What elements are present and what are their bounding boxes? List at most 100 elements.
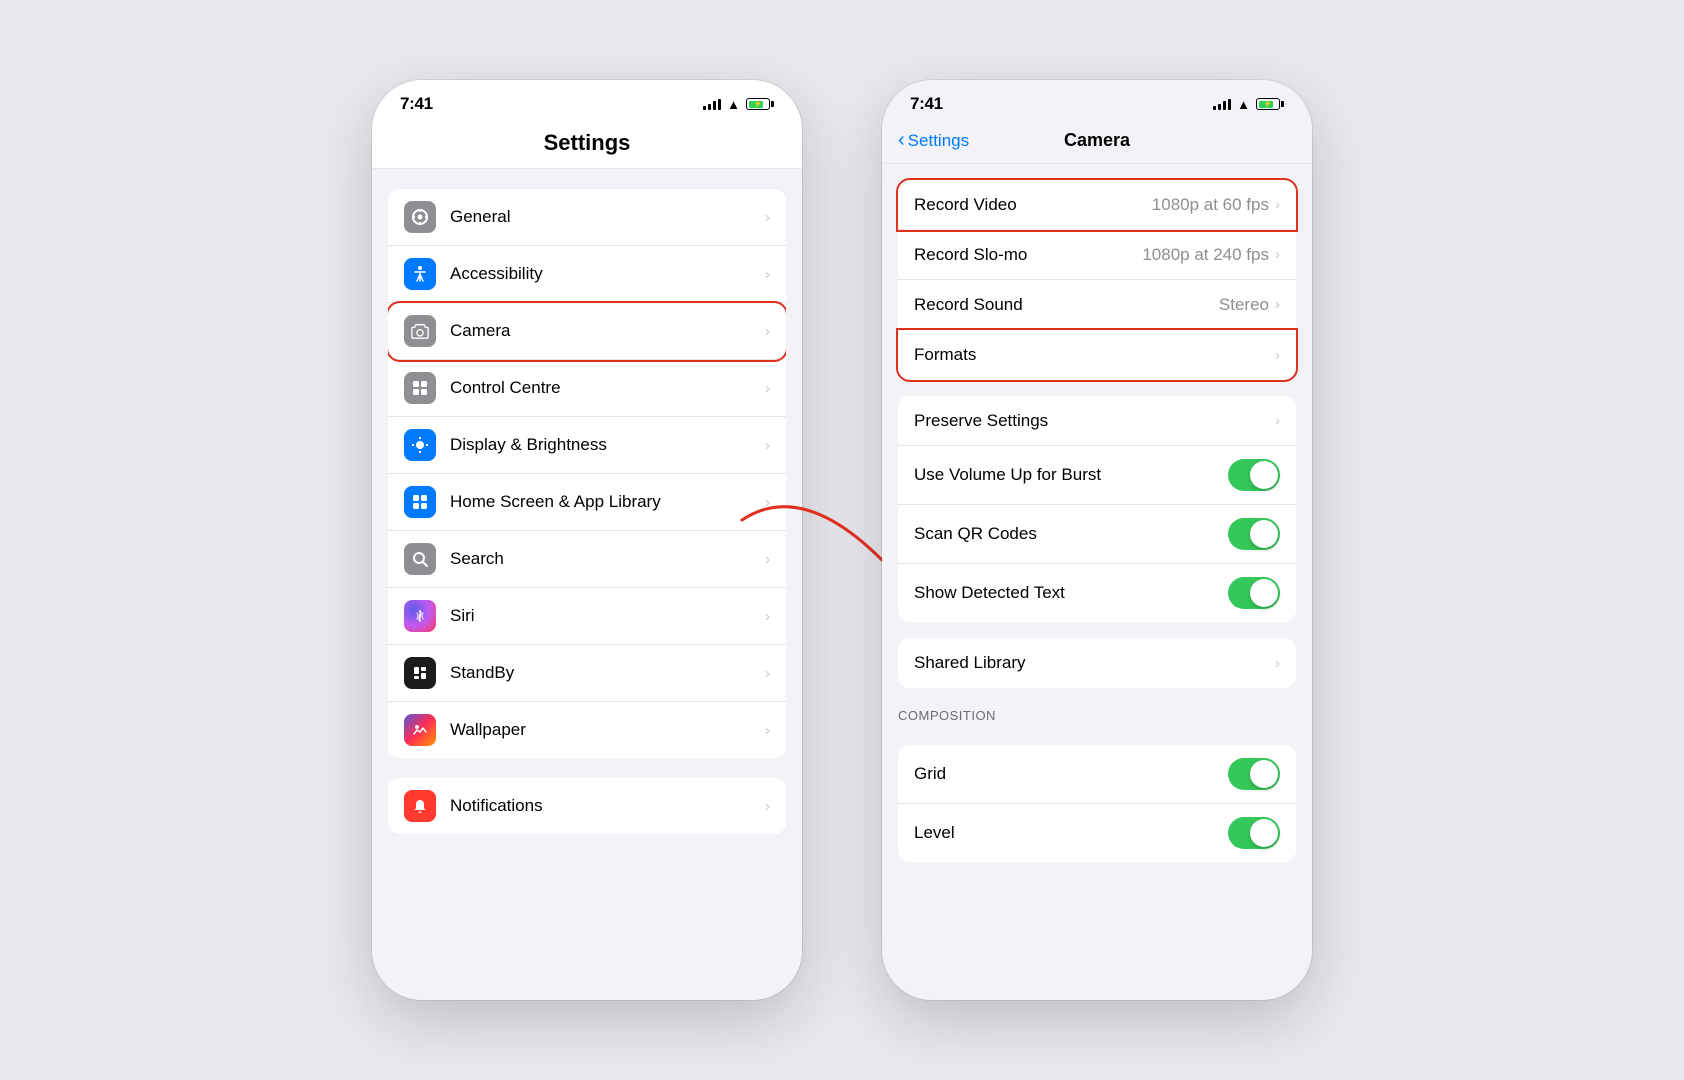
status-bar-left: 7:41 ▲ ⚡	[372, 80, 802, 120]
record-slomo-value: 1080p at 240 fps	[1142, 245, 1269, 265]
control-centre-icon	[404, 372, 436, 404]
grid-row[interactable]: Grid	[898, 745, 1296, 804]
scan-qr-toggle[interactable]	[1228, 518, 1280, 550]
volume-burst-label: Use Volume Up for Burst	[914, 465, 1228, 485]
settings-row-display[interactable]: Display & Brightness ›	[388, 417, 786, 474]
general-icon	[404, 201, 436, 233]
control-centre-label: Control Centre	[450, 378, 757, 398]
grid-label: Grid	[914, 764, 1228, 784]
wifi-icon-right: ▲	[1237, 97, 1250, 112]
accessibility-chevron: ›	[765, 266, 770, 283]
standby-chevron: ›	[765, 665, 770, 682]
wallpaper-label: Wallpaper	[450, 720, 757, 740]
camera-chevron: ›	[765, 323, 770, 340]
level-toggle[interactable]	[1228, 817, 1280, 849]
page-header-left: Settings	[372, 120, 802, 169]
siri-chevron: ›	[765, 608, 770, 625]
settings-group-notifications: Notifications ›	[388, 778, 786, 834]
standby-label: StandBy	[450, 663, 757, 683]
nav-header-right: ‹ Settings Camera	[882, 120, 1312, 164]
settings-row-wallpaper[interactable]: Wallpaper ›	[388, 702, 786, 758]
record-sound-row[interactable]: Record Sound Stereo ›	[898, 280, 1296, 330]
record-video-row[interactable]: Record Video 1080p at 60 fps ›	[898, 180, 1296, 230]
signal-icon-right	[1213, 98, 1231, 110]
left-phone: 7:41 ▲ ⚡ Settings	[372, 80, 802, 1000]
record-sound-value: Stereo	[1219, 295, 1269, 315]
settings-row-notifications[interactable]: Notifications ›	[388, 778, 786, 834]
detected-text-label: Show Detected Text	[914, 583, 1228, 603]
camera-page-title: Camera	[1064, 130, 1130, 151]
settings-row-control-centre[interactable]: Control Centre ›	[388, 360, 786, 417]
settings-row-general[interactable]: General ›	[388, 189, 786, 246]
siri-label: Siri	[450, 606, 757, 626]
right-phone: 7:41 ▲ ⚡	[882, 80, 1312, 1000]
settings-group-main: General › Accessibility ›	[388, 189, 786, 758]
record-slomo-label: Record Slo-mo	[914, 245, 1142, 265]
search-label: Search	[450, 549, 757, 569]
battery-icon: ⚡	[746, 98, 774, 110]
home-screen-label: Home Screen & App Library	[450, 492, 757, 512]
preserve-settings-label: Preserve Settings	[914, 411, 1275, 431]
settings-row-siri[interactable]: Siri ›	[388, 588, 786, 645]
search-icon	[404, 543, 436, 575]
detected-text-toggle[interactable]	[1228, 577, 1280, 609]
signal-icon	[703, 98, 721, 110]
record-sound-label: Record Sound	[914, 295, 1219, 315]
accessibility-icon	[404, 258, 436, 290]
time-left: 7:41	[400, 94, 433, 114]
status-icons-left: ▲ ⚡	[703, 97, 774, 112]
composition-section-header: COMPOSITION	[882, 688, 1312, 729]
camera-group-recording: Record Video 1080p at 60 fps › Record Sl…	[898, 180, 1296, 380]
record-slomo-row[interactable]: Record Slo-mo 1080p at 240 fps ›	[898, 230, 1296, 280]
display-label: Display & Brightness	[450, 435, 757, 455]
camera-label: Camera	[450, 321, 757, 341]
status-bar-right: 7:41 ▲ ⚡	[882, 80, 1312, 120]
record-video-chevron: ›	[1275, 196, 1280, 213]
wallpaper-icon	[404, 714, 436, 746]
record-video-value: 1080p at 60 fps	[1152, 195, 1269, 215]
camera-icon	[404, 315, 436, 347]
shared-library-label: Shared Library	[914, 653, 1275, 673]
accessibility-label: Accessibility	[450, 264, 757, 284]
record-slomo-chevron: ›	[1275, 246, 1280, 263]
detected-text-row[interactable]: Show Detected Text	[898, 564, 1296, 622]
settings-row-home-screen[interactable]: Home Screen & App Library ›	[388, 474, 786, 531]
home-screen-chevron: ›	[765, 494, 770, 511]
volume-burst-toggle[interactable]	[1228, 459, 1280, 491]
settings-row-search[interactable]: Search ›	[388, 531, 786, 588]
formats-chevron: ›	[1275, 347, 1280, 364]
settings-row-standby[interactable]: StandBy ›	[388, 645, 786, 702]
preserve-chevron: ›	[1275, 412, 1280, 429]
shared-library-row[interactable]: Shared Library ›	[898, 638, 1296, 688]
wifi-icon: ▲	[727, 97, 740, 112]
back-button[interactable]: ‹ Settings	[898, 131, 969, 151]
level-label: Level	[914, 823, 1228, 843]
settings-row-accessibility[interactable]: Accessibility ›	[388, 246, 786, 303]
display-chevron: ›	[765, 437, 770, 454]
back-label: Settings	[908, 131, 969, 151]
wallpaper-chevron: ›	[765, 722, 770, 739]
camera-settings-scroll[interactable]: Record Video 1080p at 60 fps › Record Sl…	[882, 164, 1312, 1000]
status-icons-right: ▲ ⚡	[1213, 97, 1284, 112]
scan-qr-row[interactable]: Scan QR Codes	[898, 505, 1296, 564]
formats-row[interactable]: Formats ›	[898, 330, 1296, 380]
formats-label: Formats	[914, 345, 1275, 365]
siri-icon	[404, 600, 436, 632]
scan-qr-label: Scan QR Codes	[914, 524, 1228, 544]
level-row[interactable]: Level	[898, 804, 1296, 862]
back-chevron-icon: ‹	[898, 130, 905, 150]
display-icon	[404, 429, 436, 461]
notifications-icon	[404, 790, 436, 822]
preserve-settings-row[interactable]: Preserve Settings ›	[898, 396, 1296, 446]
grid-toggle[interactable]	[1228, 758, 1280, 790]
shared-library-chevron: ›	[1275, 655, 1280, 672]
notifications-chevron: ›	[765, 798, 770, 815]
settings-row-camera[interactable]: Camera ›	[388, 303, 786, 360]
battery-icon-right: ⚡	[1256, 98, 1284, 110]
general-chevron: ›	[765, 209, 770, 226]
camera-group-settings: Preserve Settings › Use Volume Up for Bu…	[898, 396, 1296, 622]
camera-group-shared: Shared Library ›	[898, 638, 1296, 688]
volume-burst-row[interactable]: Use Volume Up for Burst	[898, 446, 1296, 505]
settings-list[interactable]: General › Accessibility ›	[372, 169, 802, 1000]
control-centre-chevron: ›	[765, 380, 770, 397]
